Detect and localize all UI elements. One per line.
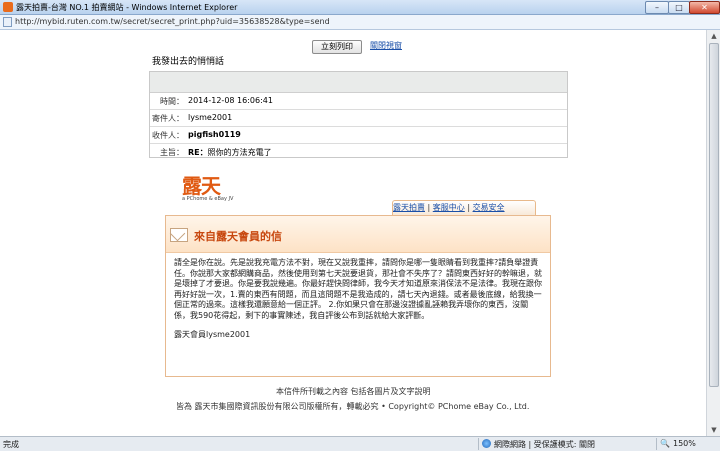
letter-signature: 露天會員lysme2001 [174,330,251,339]
letter-body: 請全是你在說。先是說我充電方法不對，現在又說我重摔，請問你是哪一隻眼睛看到我重摔… [174,258,543,350]
link-help-center[interactable]: 客服中心 [433,203,465,212]
letter-title: 來自露天會員的信 [194,230,282,243]
footer-copyright: 皆為 露天市集國際資訊股份有限公司版權所有，轉載必究 • Copyright© … [176,402,530,411]
close-window-button[interactable]: ✕ [689,1,720,14]
status-separator [656,438,657,450]
minimize-button[interactable]: – [645,1,669,14]
link-separator-2: | [464,203,473,212]
status-separator [478,438,479,450]
envelope-icon [170,228,188,242]
subject-label: 主旨： [160,148,184,157]
url-text[interactable]: http://mybid.ruten.com.tw/secret/secret_… [15,17,330,26]
link-ruten-auction[interactable]: 露天拍賣 [393,203,425,212]
scroll-up-arrow-icon[interactable]: ▲ [707,30,720,42]
subject-value-wrap: RE：照你的方法充電了 [188,147,272,158]
window-title: 露天拍賣-台灣 NO.1 拍賣網站 - Windows Internet Exp… [16,3,238,12]
vertical-scrollbar[interactable]: ▲ ▼ [706,30,720,436]
status-text: 完成 [3,440,19,449]
recipient-value: pigfish0119 [188,130,241,139]
recipient-label: 收件人： [152,131,184,140]
letter-paragraph: 請全是你在說。先是說我充電方法不對，現在又說我重摔，請問你是哪一隻眼睛看到我重摔… [174,258,542,320]
time-label: 時間： [160,97,184,106]
scrollbar-thumb[interactable] [709,43,719,387]
status-bar: 完成 網際網路 | 受保護模式: 關閉 🔍 150% [0,436,720,451]
time-value: 2014-12-08 16:06:41 [188,96,273,105]
message-header-bar [150,72,567,93]
logo-mark: 露天 [182,174,221,198]
zoom-level[interactable]: 150% [673,439,696,448]
close-window-link[interactable]: 關閉視窗 [370,40,402,51]
sender-row: 寄件人： lysme2001 [150,110,567,127]
subject-prefix: RE： [188,148,208,157]
ruten-logo: 露天 a PChome & eBay JV [182,170,234,210]
address-bar[interactable]: http://mybid.ruten.com.tw/secret/secret_… [0,15,720,30]
recipient-row: 收件人： pigfish0119 [150,127,567,144]
globe-icon [482,439,491,448]
letter-header: 來自露天會員的信 [166,216,550,253]
sender-value: lysme2001 [188,113,233,122]
top-links: 露天拍賣 | 客服中心 | 交易安全 [393,202,505,214]
section-title: 我發出去的悄悄話 [152,57,225,67]
magnifier-icon[interactable]: 🔍 [660,439,670,448]
ie-app-icon [3,2,13,12]
time-row: 時間： 2014-12-08 16:06:41 [150,93,567,110]
scroll-down-arrow-icon[interactable]: ▼ [707,424,720,436]
message-details-box: 時間： 2014-12-08 16:06:41 寄件人： lysme2001 收… [149,71,568,158]
logo-subtitle: a PChome & eBay JV [182,196,234,202]
maximize-button[interactable]: □ [668,1,690,14]
sender-label: 寄件人： [152,114,184,123]
subject-value: 照你的方法充電了 [207,148,272,157]
link-trade-safety[interactable]: 交易安全 [473,203,505,212]
print-now-button[interactable]: 立刻列印 [312,40,362,54]
subject-row: 主旨： RE：照你的方法充電了 [150,144,567,157]
page-icon [3,17,12,27]
letter-panel: 來自露天會員的信 請全是你在說。先是說我充電方法不對，現在又說我重摔，請問你是哪… [165,215,551,377]
link-separator-1: | [425,203,433,212]
window-titlebar: 露天拍賣-台灣 NO.1 拍賣網站 - Windows Internet Exp… [0,0,720,15]
security-zone[interactable]: 網際網路 | 受保護模式: 關閉 [494,439,595,450]
footer-notice: 本信件所刊載之內容 包括各圖片及文字說明 [276,387,431,396]
page-content: 立刻列印 關閉視窗 我發出去的悄悄話 時間： 2014-12-08 16:06:… [0,30,706,436]
